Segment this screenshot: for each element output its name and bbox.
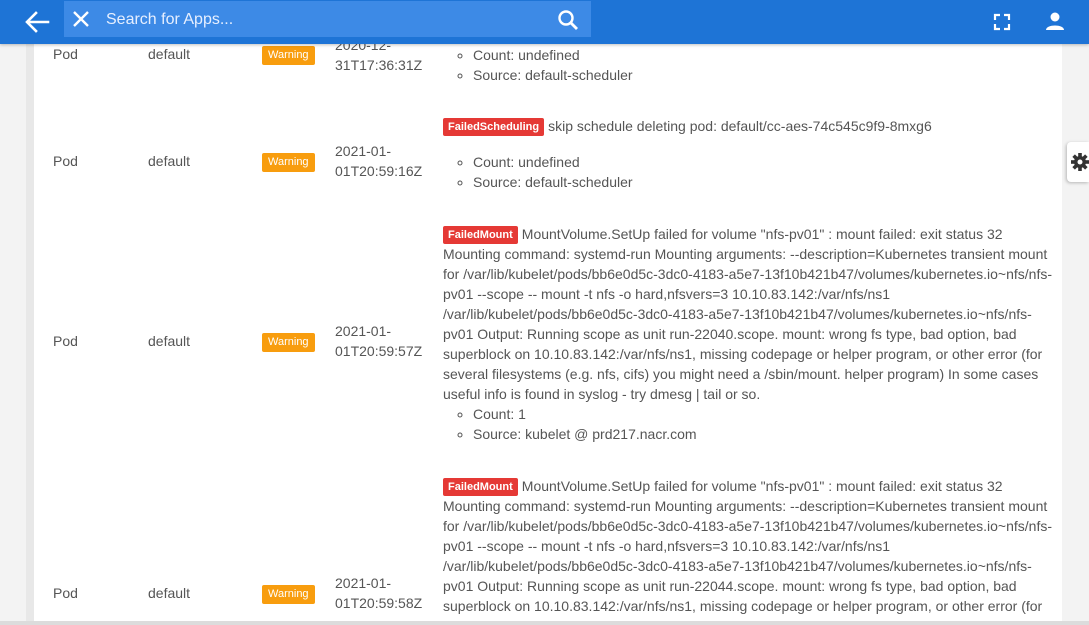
- back-button[interactable]: [22, 9, 52, 35]
- event-count: Count: undefined: [473, 152, 1055, 172]
- event-details: Count: undefined Source: default-schedul…: [443, 152, 1055, 192]
- event-time-clock: 31T17:36:31Z: [335, 57, 423, 73]
- event-message-body: skip schedule deleting pod: default/cc-a…: [548, 118, 932, 134]
- divider: [26, 44, 34, 625]
- event-source: Source: kubelet @ prd217.nacr.com: [473, 424, 1055, 444]
- events-table: Pod default Warning 2020-12- 31T17:36:31…: [26, 0, 1062, 625]
- event-kind: Pod: [53, 333, 78, 349]
- search-button[interactable]: [557, 9, 579, 31]
- search-input[interactable]: [104, 7, 548, 33]
- event-namespace: default: [148, 333, 191, 349]
- fullscreen-icon: [993, 13, 1011, 31]
- event-time: 2021-01- 01T20:59:16Z: [335, 141, 435, 181]
- reason-badge: FailedMount: [443, 226, 518, 244]
- event-time-clock: 01T20:59:16Z: [335, 163, 423, 179]
- event-message-text: FailedMount MountVolume.SetUp failed for …: [443, 476, 1055, 616]
- user-icon: [1046, 12, 1064, 30]
- clear-search-button[interactable]: [72, 10, 90, 28]
- reason-badge: FailedMount: [443, 478, 518, 496]
- event-count: Count: undefined: [473, 45, 1055, 65]
- top-app-bar: [0, 0, 1089, 44]
- event-namespace: default: [148, 585, 191, 601]
- warning-badge: Warning: [262, 333, 315, 352]
- reason-badge: FailedScheduling: [443, 118, 545, 136]
- event-kind: Pod: [53, 585, 78, 601]
- event-kind: Pod: [53, 46, 78, 62]
- event-time: 2021-01- 01T20:59:57Z: [335, 321, 435, 361]
- arrow-left-icon: [25, 11, 50, 33]
- warning-badge: Warning: [262, 585, 315, 604]
- event-time-clock: 01T20:59:57Z: [335, 343, 423, 359]
- event-message: FailedMount MountVolume.SetUp failed for …: [443, 476, 1055, 616]
- event-message-body: MountVolume.SetUp failed for volume "nfs…: [443, 226, 1053, 402]
- event-time-clock: 01T20:59:58Z: [335, 595, 423, 611]
- event-message-body: MountVolume.SetUp failed for volume "nfs…: [443, 478, 1053, 614]
- search-box: [64, 1, 591, 37]
- warning-badge: Warning: [262, 46, 315, 65]
- event-time: 2021-01- 01T20:59:58Z: [335, 573, 435, 613]
- event-details: Count: 1 Source: kubelet @ prd217.nacr.c…: [443, 404, 1055, 444]
- gear-icon: [1071, 153, 1089, 171]
- event-namespace: default: [148, 46, 191, 62]
- search-icon: [558, 10, 578, 30]
- event-time-date: 2021-01-: [335, 143, 392, 159]
- event-source: Source: default-scheduler: [473, 172, 1055, 192]
- event-message: FailedScheduling skip schedule deleting p…: [443, 116, 1055, 192]
- event-message-text: FailedMount MountVolume.SetUp failed for …: [443, 224, 1055, 404]
- event-namespace: default: [148, 153, 191, 169]
- event-details: Count: undefined Source: default-schedul…: [443, 45, 1055, 85]
- fullscreen-button[interactable]: [992, 12, 1012, 32]
- event-kind: Pod: [53, 153, 78, 169]
- event-count: Count: 1: [473, 404, 1055, 424]
- event-source: Source: default-scheduler: [473, 65, 1055, 85]
- warning-badge: Warning: [262, 153, 315, 172]
- event-time-date: 2021-01-: [335, 575, 392, 591]
- user-account-button[interactable]: [1043, 9, 1067, 33]
- event-time-date: 2021-01-: [335, 323, 392, 339]
- event-message: FailedMount MountVolume.SetUp failed for …: [443, 224, 1055, 444]
- settings-drawer-toggle[interactable]: [1067, 142, 1089, 182]
- close-icon: [73, 11, 89, 27]
- event-message-text: FailedScheduling skip schedule deleting p…: [443, 116, 1055, 136]
- bottom-scrollbar[interactable]: [0, 621, 1089, 625]
- event-message: Count: undefined Source: default-schedul…: [443, 45, 1055, 85]
